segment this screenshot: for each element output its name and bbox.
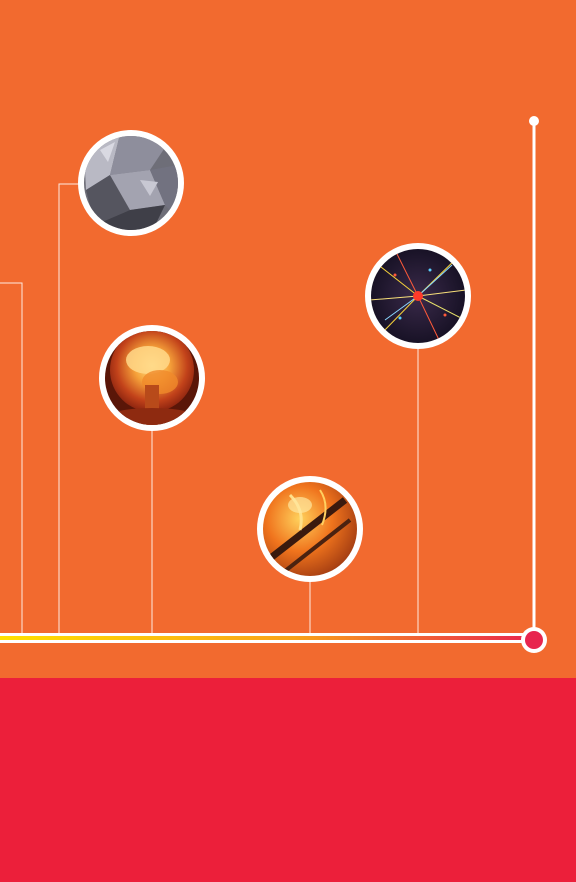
infographic-stage: [0, 0, 576, 882]
fire-image: [257, 476, 363, 582]
timeline-diagram: [0, 116, 547, 653]
mushroom-cloud-image: [99, 325, 205, 431]
timeline-bar: [0, 636, 534, 640]
crystal-structure-image: [78, 130, 184, 236]
endpoint-core: [525, 631, 543, 649]
particle-collision-image: [365, 243, 471, 349]
dot-cap-icon: [529, 116, 539, 126]
left-bracket-line: [0, 282, 23, 636]
crystal-connector-line: [58, 183, 84, 636]
bottom-band: [0, 678, 576, 882]
